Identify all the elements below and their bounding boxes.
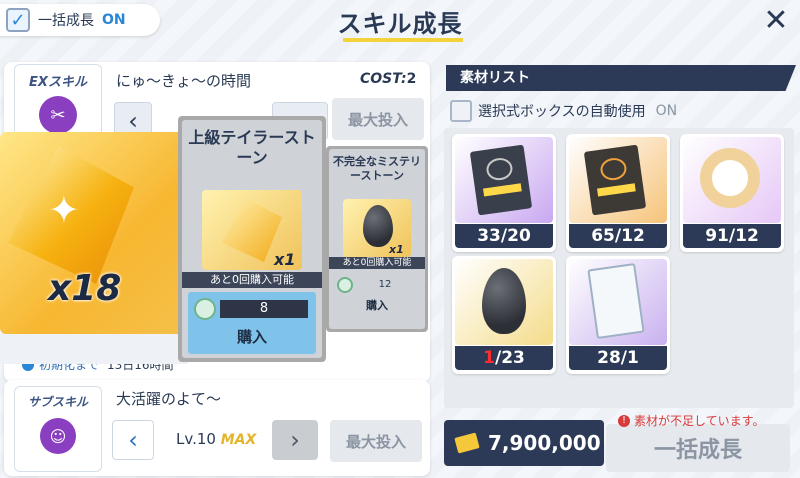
card-buy-label: 購入 xyxy=(236,328,267,346)
crystal-icon xyxy=(222,198,282,262)
coin-icon xyxy=(337,277,353,293)
card-qty: x1 xyxy=(274,250,296,269)
header: ✓ 一括成長 ON スキル成長 ✕ xyxy=(0,0,800,46)
credit-ticket-icon xyxy=(454,432,480,454)
card-availability: あと0回購入可能 xyxy=(329,257,425,269)
material-list-header: 素材リスト xyxy=(446,65,796,91)
chevron-right-icon: › xyxy=(290,426,300,454)
chevron-left-icon: ‹ xyxy=(128,426,138,454)
material-item[interactable]: 91/12 xyxy=(680,134,784,252)
card-buy-button[interactable]: 8 購入 xyxy=(188,292,316,354)
sub-decrease-button[interactable]: ‹ xyxy=(112,420,154,460)
card-price: 8 xyxy=(220,300,308,318)
material-item[interactable]: 33/20 xyxy=(452,134,556,252)
credits-value: 7,900,000 xyxy=(488,431,601,455)
material-qty: 33/20 xyxy=(455,224,553,248)
material-shortage-warning: ! 素材が不足しています。 xyxy=(618,412,764,429)
auto-use-state: ON xyxy=(655,103,678,119)
purple-tech-note-icon xyxy=(469,144,533,216)
card-buy-label: 購入 xyxy=(366,299,388,312)
ex-skill-tab-label: EXスキル xyxy=(29,75,87,90)
sub-skill-icon: ☺ xyxy=(40,418,76,454)
notebook-icon xyxy=(587,263,645,339)
orange-tech-note-icon xyxy=(583,144,647,216)
sub-skill-level: Lv.10 MAX xyxy=(176,430,257,448)
card-title: 不完全なミステリーストーン xyxy=(333,155,421,182)
material-qty: 65/12 xyxy=(569,224,667,248)
auto-use-label: 選択式ボックスの自動使用 xyxy=(478,104,646,120)
card-buy-button[interactable]: 12 購入 xyxy=(333,273,421,313)
auto-use-toggle[interactable]: 選択式ボックスの自動使用 ON xyxy=(450,100,677,122)
close-icon[interactable]: ✕ xyxy=(760,6,792,38)
mystery-stone-icon xyxy=(363,205,393,247)
checkbox-icon xyxy=(450,100,472,122)
chevron-left-icon: ‹ xyxy=(128,107,138,135)
material-qty: 28/1 xyxy=(569,346,667,370)
card-availability: あと0回購入可能 xyxy=(182,272,322,288)
sub-skill-tab[interactable]: サブスキル ☺ xyxy=(14,386,102,472)
material-item[interactable]: 1/23 xyxy=(452,256,556,374)
shop-card-mystery-stone: 不完全なミステリーストーン x1 あと0回購入可能 12 購入 xyxy=(326,146,428,332)
material-item[interactable]: 28/1 xyxy=(566,256,670,374)
credits-display: 7,900,000 xyxy=(444,420,604,466)
title-underline xyxy=(343,38,463,42)
shop-card-advanced-stone: 上級テイラーストーン x1 あと0回購入可能 8 購入 xyxy=(178,116,326,362)
sub-skill-tab-label: サブスキル xyxy=(27,395,88,409)
ex-skill-cost: COST:2 xyxy=(360,71,417,87)
ex-max-button[interactable]: 最大投入 xyxy=(332,98,424,140)
card-title: 上級テイラーストーン xyxy=(188,128,316,167)
bulk-growth-button[interactable]: 一括成長 xyxy=(606,424,790,472)
page-title: スキル成長 xyxy=(337,10,463,38)
big-item-shadow xyxy=(0,334,188,364)
material-qty: 1/23 xyxy=(455,346,553,370)
material-item[interactable]: 65/12 xyxy=(566,134,670,252)
card-price: 12 xyxy=(355,278,415,292)
ex-skill-name: にゅ〜きょ〜の時間 xyxy=(116,72,252,90)
coin-icon xyxy=(194,298,216,320)
big-item-count: x18 xyxy=(48,268,122,309)
gold-ring-artifact-icon xyxy=(700,148,760,208)
warning-icon: ! xyxy=(618,414,630,427)
sub-increase-button[interactable]: › xyxy=(272,420,318,460)
sparkle-icon: ✦ xyxy=(48,188,80,232)
material-qty: 91/12 xyxy=(683,224,781,248)
ex-skill-icon: ✂ xyxy=(39,96,77,134)
sub-skill-name: 大活躍のよて〜 xyxy=(116,390,222,408)
card-qty: x1 xyxy=(389,243,404,256)
sub-max-button[interactable]: 最大投入 xyxy=(330,420,422,462)
big-item-tile: ✦ x18 xyxy=(0,132,188,334)
